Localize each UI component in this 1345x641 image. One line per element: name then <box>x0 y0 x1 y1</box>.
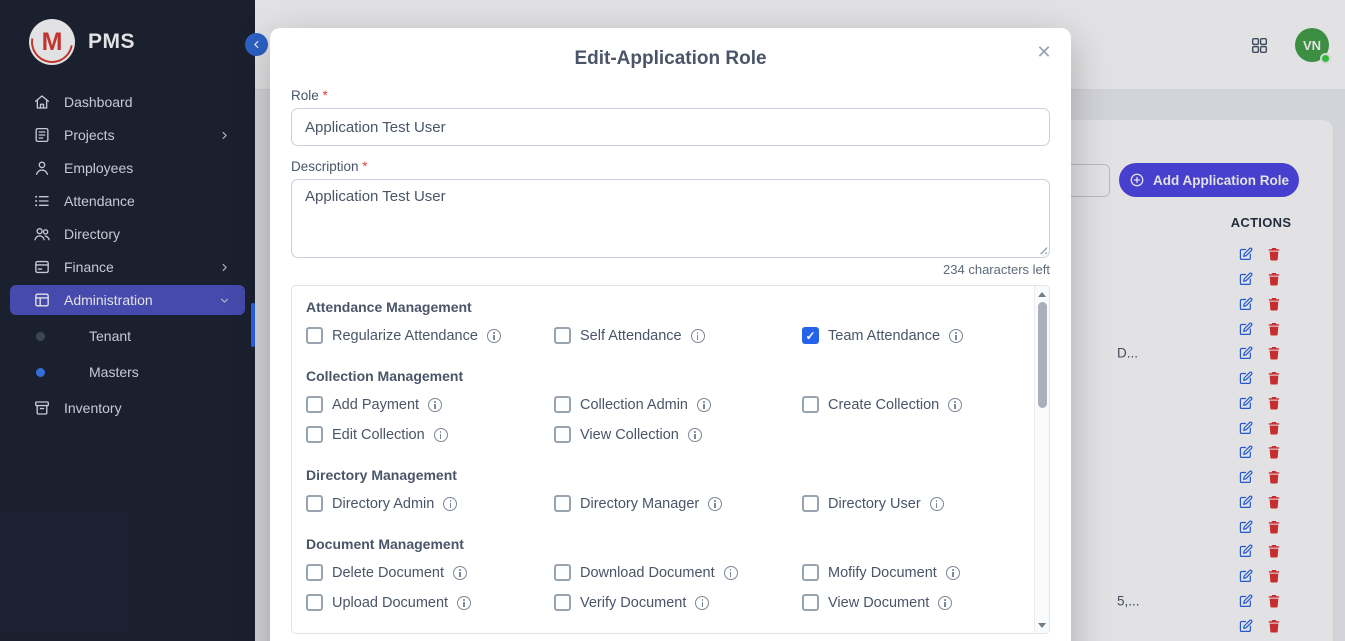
checkbox-checked-icon[interactable]: ✓ <box>802 327 819 344</box>
permission-label: Verify Document <box>580 595 686 611</box>
permission-label: Self Attendance <box>580 328 682 344</box>
info-icon <box>688 428 702 442</box>
info-icon <box>930 497 944 511</box>
info-icon <box>708 497 722 511</box>
permission-delete-document[interactable]: Delete Document <box>306 564 554 581</box>
checkbox-unchecked-icon[interactable] <box>554 564 571 581</box>
permission-label: View Collection <box>580 427 679 443</box>
checkbox-unchecked-icon[interactable] <box>802 594 819 611</box>
info-icon <box>443 497 457 511</box>
permission-group: Directory Management Directory Admin Direc… <box>306 467 1019 512</box>
info-icon <box>691 329 705 343</box>
modal-body: Role * Description * Application Test Us… <box>270 88 1071 634</box>
permission-regularize-attendance[interactable]: Regularize Attendance <box>306 327 554 344</box>
info-icon <box>428 398 442 412</box>
permission-label: Mofify Document <box>828 565 937 581</box>
scroll-up-icon[interactable] <box>1035 287 1049 301</box>
checkbox-unchecked-icon[interactable] <box>554 327 571 344</box>
scrollbar-thumb[interactable] <box>1038 302 1047 408</box>
checkbox-unchecked-icon[interactable] <box>802 495 819 512</box>
permission-label: Team Attendance <box>828 328 940 344</box>
description-label: Description * <box>291 159 1050 174</box>
description-textarea[interactable]: Application Test User <box>291 179 1050 258</box>
permission-add-payment[interactable]: Add Payment <box>306 396 554 413</box>
permission-edit-collection[interactable]: Edit Collection <box>306 426 554 443</box>
info-icon <box>697 398 711 412</box>
checkbox-unchecked-icon[interactable] <box>306 495 323 512</box>
required-mark: * <box>362 159 367 174</box>
checkbox-unchecked-icon[interactable] <box>554 396 571 413</box>
checkbox-unchecked-icon[interactable] <box>306 426 323 443</box>
permission-team-attendance[interactable]: ✓ Team Attendance <box>802 327 1019 344</box>
permission-group-title: Attendance Management <box>306 299 1019 315</box>
permission-group-title: Collection Management <box>306 368 1019 384</box>
permission-directory-user[interactable]: Directory User <box>802 495 1019 512</box>
permission-label: Directory User <box>828 496 921 512</box>
permission-label: Edit Collection <box>332 427 425 443</box>
characters-left: 234 characters left <box>291 262 1050 277</box>
permission-group-title: Document Management <box>306 536 1019 552</box>
info-icon <box>946 566 960 580</box>
close-icon[interactable]: ✕ <box>1031 39 1057 65</box>
role-input[interactable] <box>291 108 1050 146</box>
scroll-down-icon[interactable] <box>1035 618 1049 632</box>
permission-label: Delete Document <box>332 565 444 581</box>
info-icon <box>434 428 448 442</box>
permission-directory-manager[interactable]: Directory Manager <box>554 495 802 512</box>
info-icon <box>938 596 952 610</box>
permission-upload-document[interactable]: Upload Document <box>306 594 554 611</box>
permission-label: Add Payment <box>332 397 419 413</box>
edit-application-role-modal: Edit-Application Role ✕ Role * Descripti… <box>270 28 1071 641</box>
permission-label: Directory Admin <box>332 496 434 512</box>
permission-label: View Document <box>828 595 929 611</box>
info-icon <box>724 566 738 580</box>
required-mark: * <box>323 88 328 103</box>
checkbox-unchecked-icon[interactable] <box>306 564 323 581</box>
info-icon <box>948 398 962 412</box>
info-icon <box>487 329 501 343</box>
permission-collection-admin[interactable]: Collection Admin <box>554 396 802 413</box>
permission-label: Directory Manager <box>580 496 699 512</box>
permission-group: Collection Management Add Payment Collecti… <box>306 368 1019 443</box>
checkbox-unchecked-icon[interactable] <box>554 495 571 512</box>
permission-label: Collection Admin <box>580 397 688 413</box>
permission-label: Download Document <box>580 565 715 581</box>
permission-self-attendance[interactable]: Self Attendance <box>554 327 802 344</box>
permission-label: Regularize Attendance <box>332 328 478 344</box>
checkbox-unchecked-icon[interactable] <box>554 594 571 611</box>
checkbox-unchecked-icon[interactable] <box>306 594 323 611</box>
checkbox-unchecked-icon[interactable] <box>802 396 819 413</box>
permission-verify-document[interactable]: Verify Document <box>554 594 802 611</box>
permission-view-collection[interactable]: View Collection <box>554 426 802 443</box>
info-icon <box>949 329 963 343</box>
permissions-list: Attendance Management Regularize Attendan… <box>292 299 1049 611</box>
checkbox-unchecked-icon[interactable] <box>306 327 323 344</box>
info-icon <box>457 596 471 610</box>
permission-group-title: Directory Management <box>306 467 1019 483</box>
checkbox-unchecked-icon[interactable] <box>554 426 571 443</box>
info-icon <box>453 566 467 580</box>
permission-label: Upload Document <box>332 595 448 611</box>
checkbox-unchecked-icon[interactable] <box>802 564 819 581</box>
permission-label: Create Collection <box>828 397 939 413</box>
permissions-container: Attendance Management Regularize Attendan… <box>291 285 1050 634</box>
modal-title: Edit-Application Role <box>270 28 1071 70</box>
permission-mofify-document[interactable]: Mofify Document <box>802 564 1019 581</box>
permission-view-document[interactable]: View Document <box>802 594 1019 611</box>
checkbox-unchecked-icon[interactable] <box>306 396 323 413</box>
permission-group: Document Management Delete Document Downlo… <box>306 536 1019 611</box>
info-icon <box>695 596 709 610</box>
permission-create-collection[interactable]: Create Collection <box>802 396 1019 413</box>
permission-download-document[interactable]: Download Document <box>554 564 802 581</box>
role-label: Role * <box>291 88 1050 103</box>
permission-directory-admin[interactable]: Directory Admin <box>306 495 554 512</box>
permissions-scrollbar[interactable] <box>1034 286 1049 633</box>
permission-group: Attendance Management Regularize Attendan… <box>306 299 1019 344</box>
description-field-wrap: Application Test User <box>291 179 1050 258</box>
